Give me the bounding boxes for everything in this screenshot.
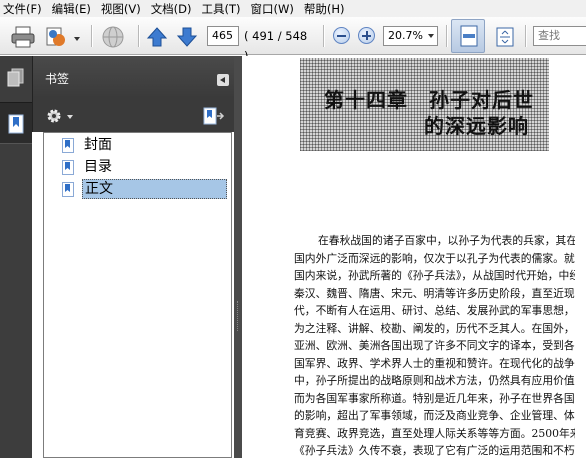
toolbar-separator (446, 25, 447, 47)
bookmark-panel-header: 书签 (32, 56, 234, 98)
next-page-icon[interactable] (176, 26, 198, 48)
toolbar-separator (138, 25, 139, 47)
share-icon[interactable] (44, 25, 70, 49)
body-line: 的影响，超出了军事领域，而泛及商业竞争、企业管理、体 (294, 409, 575, 422)
splitter-grip (237, 301, 239, 331)
tab-pages[interactable] (0, 56, 32, 98)
menu-window[interactable]: 窗口(W) (248, 1, 298, 17)
collapse-panel-icon[interactable] (217, 74, 229, 86)
bookmark-label: 封面 (84, 137, 112, 153)
menu-help[interactable]: 帮助(H) (301, 1, 349, 17)
page-count-label: ( 491 / 548 ) (244, 29, 308, 63)
bookmark-tree: 封面 目录 正文 (43, 132, 232, 458)
single-page-view-icon (460, 25, 478, 47)
bookmark-toolbar (32, 98, 234, 132)
main-toolbar: 465 ( 491 / 548 ) 20.7% 查找 (0, 17, 586, 63)
body-line: 而为各国军事家所称道。特别是近几年来，孙子在世界各国 (294, 391, 575, 405)
body-line: 秦汉、魏晋、隋唐、宋元、明清等许多历史阶段，直至近现 (294, 286, 575, 300)
options-dropdown-icon[interactable] (67, 115, 73, 119)
gear-icon[interactable] (45, 107, 63, 125)
bookmark-icon (62, 181, 74, 197)
body-line: 《孙子兵法》久传不衰，表现了它有广泛的运用范围和不朽的 (294, 444, 575, 457)
tab-bookmarks[interactable] (0, 102, 32, 144)
page-number-input[interactable]: 465 (207, 26, 239, 46)
chapter-heading-block: 第十四章 孙子对后世 的深远影响 (300, 58, 549, 151)
bookmark-tab-icon (8, 114, 24, 134)
expand-bookmark-icon[interactable] (203, 107, 225, 125)
menu-file[interactable]: 文件(F) (0, 1, 46, 17)
bookmark-icon (62, 159, 74, 175)
chapter-title-line2: 的深远影响 (424, 114, 529, 138)
single-page-view-button[interactable] (451, 19, 485, 53)
bookmark-panel-title: 书签 (45, 72, 70, 86)
body-line: 为之注释、讲解、校勘、阐发的，历代不乏其人。在国外， (294, 321, 575, 335)
document-body-text: 在春秋战国的诸子百家中，以孙子为代表的兵家，其在 国内外广泛而深远的影响，仅次于… (294, 232, 575, 458)
menu-bar: 文件(F) 编辑(E) 视图(V) 文档(D) 工具(T) 窗口(W) 帮助(H… (0, 0, 586, 17)
print-icon[interactable] (10, 25, 36, 49)
menu-edit[interactable]: 编辑(E) (49, 1, 95, 17)
zoom-out-icon[interactable] (333, 27, 350, 44)
share-dropdown-icon[interactable] (74, 37, 80, 41)
body-line: 国内来说，孙武所著的《孙子兵法》，从战国时代开始，中经 (294, 269, 575, 282)
previous-page-icon[interactable] (146, 26, 168, 48)
navigation-strip (0, 56, 32, 458)
bookmark-item-body[interactable]: 正文 (62, 179, 227, 199)
menu-view[interactable]: 视图(V) (98, 1, 145, 17)
body-line: 中，孙子所提出的战略原则和战术方法，仍然具有应用价值， (294, 374, 575, 387)
body-line: 代，不断有人在运用、研讨、总结、发展孙武的军事思想， (294, 304, 575, 317)
bookmark-label: 正文 (82, 179, 227, 199)
body-line: 育竞赛、政界竞选，直至处理人际关系等等方面。2500年来， (294, 426, 575, 440)
bookmark-label: 目录 (84, 159, 112, 175)
zoom-dropdown-icon[interactable] (428, 34, 434, 38)
menu-document[interactable]: 文档(D) (148, 1, 196, 17)
globe-icon[interactable] (100, 24, 126, 50)
body-line: 国军界、政界、学术界人士的重视和赞许。在现代化的战争 (294, 356, 575, 370)
zoom-in-icon[interactable] (358, 27, 375, 44)
bookmark-item-toc[interactable]: 目录 (62, 157, 114, 177)
body-line: 亚洲、欧洲、美洲各国出现了许多不同文字的译本，受到各 (294, 339, 575, 352)
fit-page-icon[interactable] (493, 25, 517, 49)
chapter-title-line1: 第十四章 孙子对后世 (324, 88, 534, 112)
toolbar-separator (323, 25, 324, 47)
body-line: 在春秋战国的诸子百家中，以孙子为代表的兵家，其在 (318, 234, 575, 247)
bookmark-item-cover[interactable]: 封面 (62, 135, 114, 155)
pages-icon (7, 68, 24, 87)
toolbar-separator (91, 25, 92, 47)
menu-tools[interactable]: 工具(T) (199, 1, 245, 17)
search-input[interactable]: 查找 (533, 26, 586, 46)
bookmark-icon (62, 137, 74, 153)
toolbar-separator (525, 25, 526, 47)
panel-splitter[interactable] (234, 56, 242, 458)
zoom-level-value: 20.7% (388, 29, 423, 42)
body-line: 国内外广泛而深远的影响，仅次于以孔子为代表的儒家。就 (294, 251, 575, 265)
